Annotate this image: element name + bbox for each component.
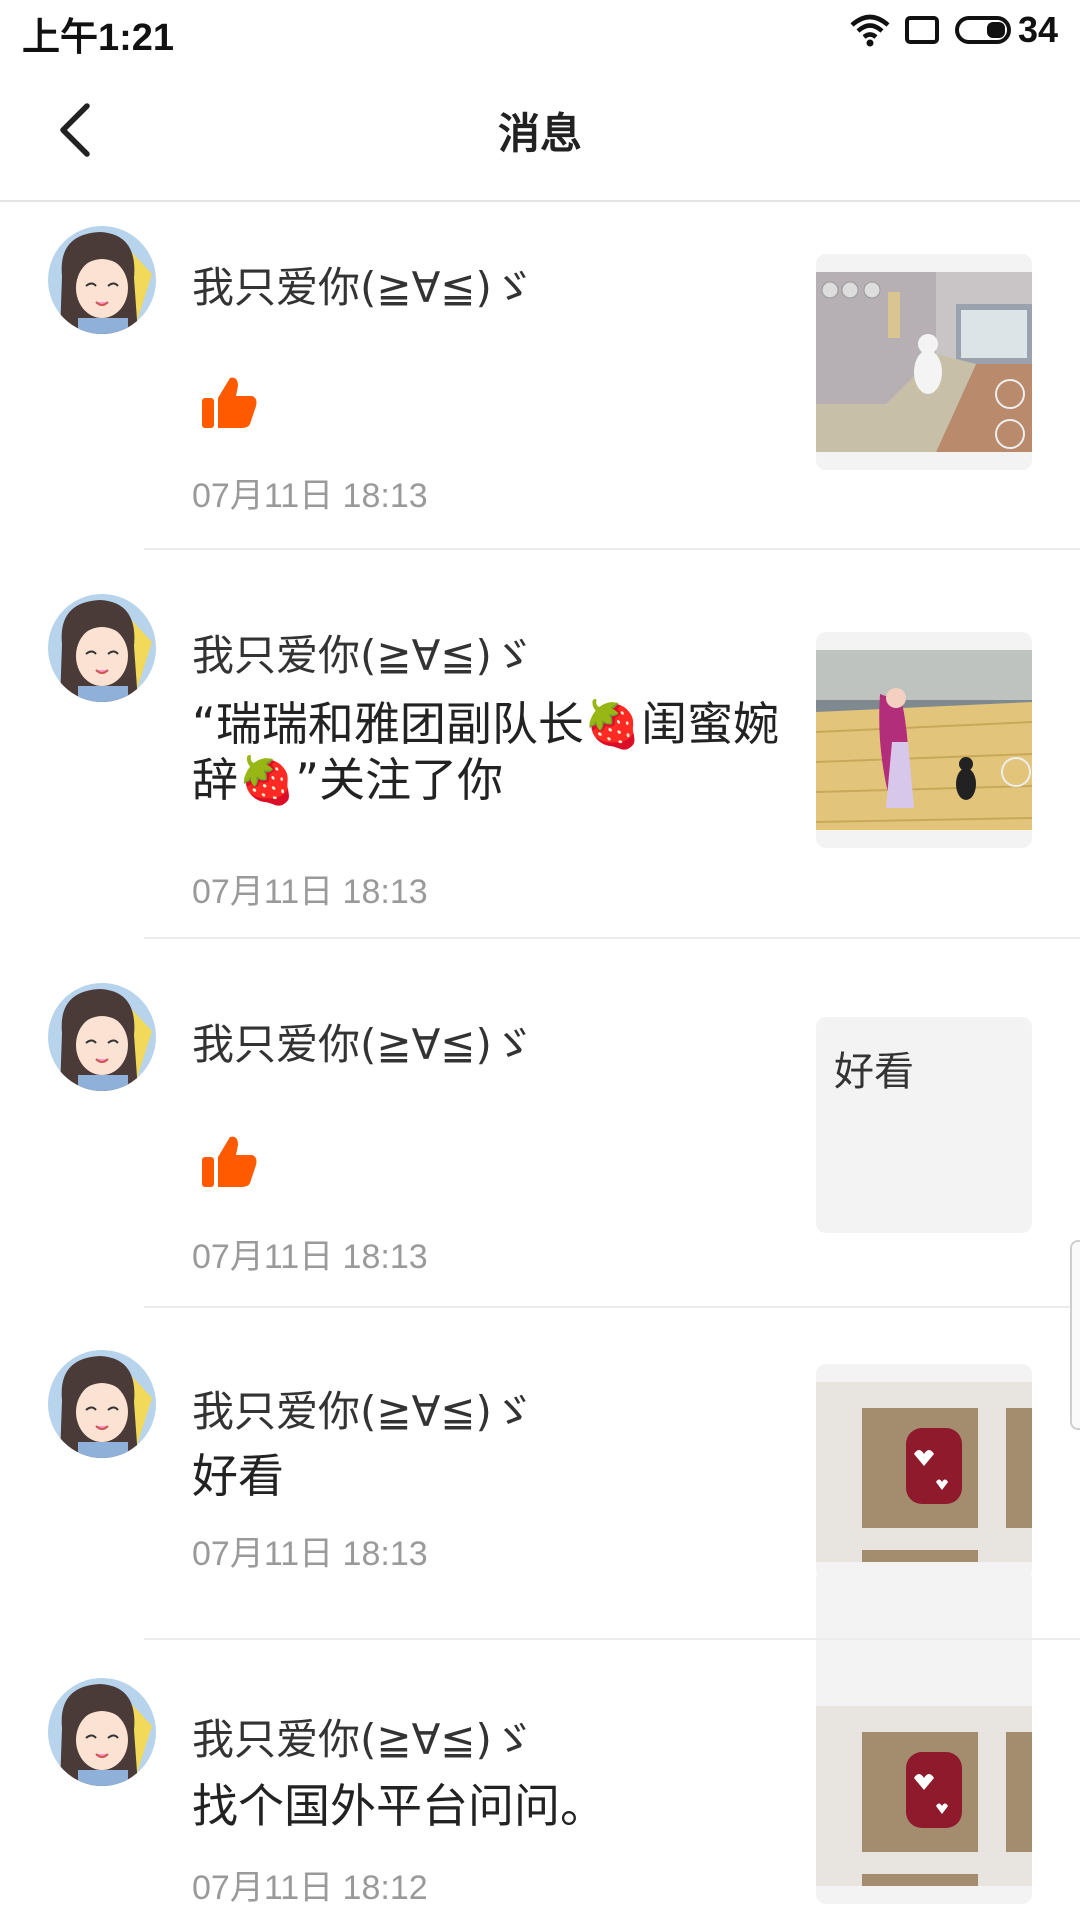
scrollbar-handle[interactable] — [1070, 1240, 1080, 1430]
status-icons: 34 — [836, 8, 1058, 52]
sender-name[interactable]: 我只爱你(≧∀≦)ゞ — [192, 254, 534, 315]
nav-bar: 消息 — [0, 60, 1080, 202]
wifi-icon — [850, 13, 890, 47]
thumbs-up-icon — [200, 374, 258, 432]
page-title: 消息 — [497, 109, 582, 158]
post-thumbnail[interactable] — [816, 632, 1032, 848]
message-time: 07月11日 18:13 — [192, 1535, 428, 1573]
list-item[interactable]: 我只爱你(≧∀≦)ゞ 07月11日 18:13 — [0, 204, 1080, 550]
post-thumbnail[interactable] — [816, 1688, 1032, 1904]
message-text: 好看 — [192, 1449, 284, 1503]
sender-name[interactable]: 我只爱你(≧∀≦)ゞ — [192, 1706, 534, 1767]
avatar[interactable] — [48, 1350, 156, 1458]
status-time: 上午1:21 — [22, 17, 175, 59]
sim-icon — [904, 15, 940, 45]
list-item[interactable]: 我只爱你(≧∀≦)ゞ “瑞瑞和雅团副队长🍓闺蜜婉辞🍓”关注了你 07月11日 1… — [0, 550, 1080, 939]
list-item[interactable]: 我只爱你(≧∀≦)ゞ 找个国外平台问问。 07月11日 18:12 — [0, 1640, 1080, 1920]
sender-name[interactable]: 我只爱你(≧∀≦)ゞ — [192, 1011, 534, 1072]
avatar[interactable] — [48, 983, 156, 1091]
post-thumbnail[interactable] — [816, 254, 1032, 470]
message-text: “瑞瑞和雅团副队长🍓闺蜜婉辞🍓”关注了你 — [192, 697, 780, 807]
message-time: 07月11日 18:13 — [192, 1238, 428, 1276]
status-bar: 上午1:21 34 — [0, 0, 1080, 60]
message-time: 07月11日 18:12 — [192, 1869, 428, 1907]
post-thumbnail-text[interactable]: 好看 — [816, 1017, 1032, 1233]
thumbs-up-icon — [200, 1133, 258, 1191]
sender-name[interactable]: 我只爱你(≧∀≦)ゞ — [192, 1378, 534, 1439]
post-thumbnail[interactable] — [816, 1364, 1032, 1580]
battery-icon — [954, 15, 1012, 45]
message-time: 07月11日 18:13 — [192, 477, 428, 515]
message-time: 07月11日 18:13 — [192, 873, 428, 911]
list-item[interactable]: 我只爱你(≧∀≦)ゞ 07月11日 18:13 好看 — [0, 939, 1080, 1308]
avatar[interactable] — [48, 226, 156, 334]
avatar[interactable] — [48, 1678, 156, 1786]
thumbnail-text: 好看 — [834, 1049, 914, 1095]
avatar[interactable] — [48, 594, 156, 702]
message-text: 找个国外平台问问。 — [192, 1779, 606, 1833]
sender-name[interactable]: 我只爱你(≧∀≦)ゞ — [192, 622, 534, 683]
battery-level: 34 — [1017, 9, 1058, 50]
